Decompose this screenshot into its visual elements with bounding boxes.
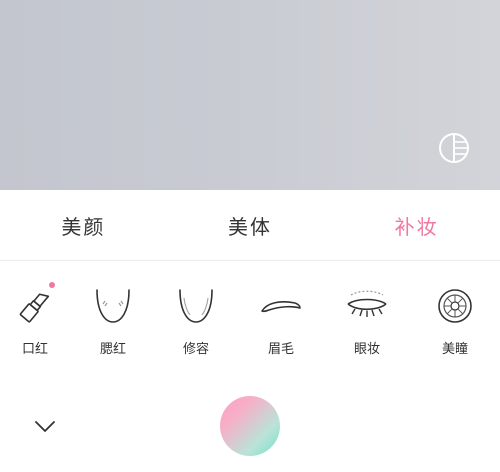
chevron-down-icon[interactable] — [30, 412, 60, 442]
shutter-button[interactable] — [220, 396, 280, 456]
compare-icon[interactable] — [438, 132, 470, 164]
makeup-camera-screen: 美颜 美体 补妆 口红 腮红 修容 眉毛 眼妆 美瞳 — [0, 0, 500, 472]
tool-eyebrow[interactable]: 眉毛 — [246, 270, 316, 366]
contact-lens-icon — [438, 289, 472, 323]
camera-preview — [0, 0, 500, 190]
tool-label: 口红 — [21, 342, 48, 357]
eyebrow-icon — [261, 301, 301, 313]
contour-icon — [179, 289, 213, 323]
tabs-divider — [0, 260, 500, 261]
category-tabs: 美颜 美体 补妆 — [0, 190, 500, 260]
eye-makeup-icon — [347, 290, 387, 317]
blush-icon — [96, 289, 130, 323]
tab-beauty[interactable]: 美颜 — [0, 190, 167, 260]
tool-lipstick[interactable]: 口红 — [0, 270, 70, 366]
tab-makeup[interactable]: 补妆 — [333, 190, 500, 260]
tab-body[interactable]: 美体 — [167, 190, 334, 260]
tool-blush[interactable]: 腮红 — [78, 270, 148, 366]
tool-label: 腮红 — [99, 342, 126, 357]
makeup-tool-list: 口红 腮红 修容 眉毛 眼妆 美瞳 — [0, 270, 500, 370]
tool-label: 美瞳 — [441, 342, 468, 357]
tool-eye-makeup[interactable]: 眼妆 — [332, 270, 402, 366]
tool-label: 修容 — [182, 342, 209, 357]
lipstick-icon — [19, 293, 50, 323]
tool-contour[interactable]: 修容 — [161, 270, 231, 366]
tool-label: 眼妆 — [353, 342, 380, 357]
beauty-panel: 美颜 美体 补妆 口红 腮红 修容 眉毛 眼妆 美瞳 — [0, 190, 500, 472]
tool-contact-lens[interactable]: 美瞳 — [420, 270, 490, 366]
new-indicator-dot — [49, 282, 55, 288]
tool-label: 眉毛 — [267, 342, 294, 357]
